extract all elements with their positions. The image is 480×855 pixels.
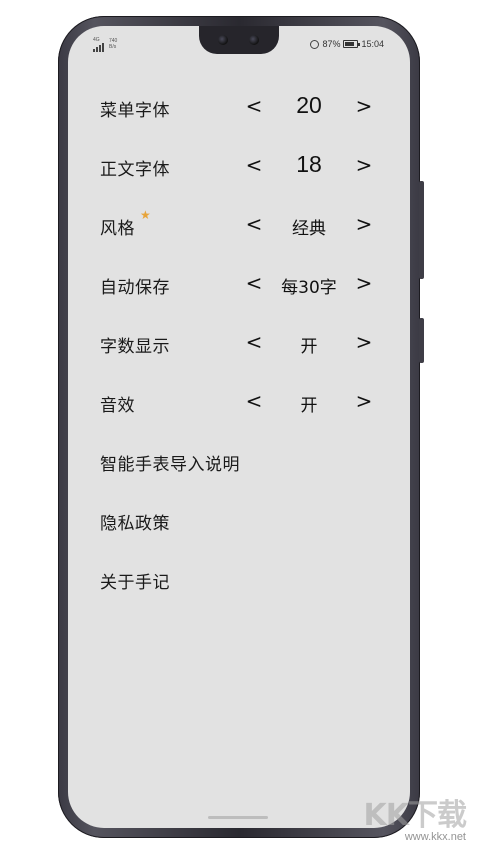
increase-arrow[interactable]: > <box>354 94 374 118</box>
link-label: 智能手表导入说明 <box>100 455 240 475</box>
star-icon: ★ <box>140 208 151 222</box>
power-button <box>419 318 424 363</box>
increase-arrow[interactable]: > <box>354 153 374 177</box>
watermark-brand: KK下载 <box>363 798 467 833</box>
status-bar: 4G 740 B/s 87% 15:04 <box>68 26 410 56</box>
battery-percent: 87% <box>322 39 341 49</box>
setting-value: 20 <box>296 92 322 118</box>
volume-button <box>419 181 424 279</box>
camera-notch <box>199 26 279 54</box>
status-left: 4G 740 B/s <box>93 38 117 52</box>
watermark-logo: KK下载 www.kkx.net <box>363 798 467 844</box>
setting-row-menu-font: 菜单字体 < 20 > <box>68 88 410 128</box>
setting-label: 菜单字体 <box>100 101 170 121</box>
setting-row-word-count: 字数显示 < 开 > <box>68 324 410 364</box>
setting-value: 经典 <box>292 219 326 239</box>
signal-icon <box>93 43 104 52</box>
network-speed: 740 B/s <box>109 38 117 50</box>
increase-arrow[interactable]: > <box>354 389 374 413</box>
increase-arrow[interactable]: > <box>354 271 374 295</box>
speed-unit: B/s <box>109 44 117 50</box>
decrease-arrow[interactable]: < <box>244 271 264 295</box>
front-camera-icon <box>249 35 259 45</box>
setting-label: 风格 <box>100 219 135 239</box>
setting-label: 正文字体 <box>100 160 170 180</box>
setting-label: 音效 <box>100 396 135 416</box>
setting-value: 开 <box>300 396 318 416</box>
decrease-arrow[interactable]: < <box>244 389 264 413</box>
setting-value: 每30字 <box>281 278 337 298</box>
decrease-arrow[interactable]: < <box>244 212 264 236</box>
status-right: 87% 15:04 <box>310 39 384 49</box>
link-watch-import[interactable]: 智能手表导入说明 <box>68 442 410 482</box>
link-privacy-policy[interactable]: 隐私政策 <box>68 501 410 541</box>
link-label: 关于手记 <box>100 573 170 593</box>
home-indicator <box>208 816 268 819</box>
decrease-arrow[interactable]: < <box>244 330 264 354</box>
screenshot-stage: 4G 740 B/s 87% 15:04 菜单字体 < 20 > 正文字体 < … <box>0 0 480 855</box>
setting-row-style: 风格 ★ < 经典 > <box>68 206 410 246</box>
decrease-arrow[interactable]: < <box>244 94 264 118</box>
link-about[interactable]: 关于手记 <box>68 560 410 600</box>
setting-value: 18 <box>296 151 322 177</box>
clock: 15:04 <box>361 39 384 49</box>
phone-screen: 4G 740 B/s 87% 15:04 菜单字体 < 20 > 正文字体 < … <box>68 26 410 828</box>
setting-row-body-font: 正文字体 < 18 > <box>68 147 410 187</box>
setting-value: 开 <box>300 337 318 357</box>
setting-label: 字数显示 <box>100 337 170 357</box>
setting-row-sound: 音效 < 开 > <box>68 383 410 423</box>
battery-icon <box>343 40 361 48</box>
setting-row-auto-save: 自动保存 < 每30字 > <box>68 265 410 305</box>
alarm-icon <box>310 39 320 49</box>
link-label: 隐私政策 <box>100 514 170 534</box>
decrease-arrow[interactable]: < <box>244 153 264 177</box>
increase-arrow[interactable]: > <box>354 330 374 354</box>
network-indicator: 4G <box>93 38 104 52</box>
increase-arrow[interactable]: > <box>354 212 374 236</box>
setting-label: 自动保存 <box>100 278 170 298</box>
front-camera-icon <box>218 35 228 45</box>
